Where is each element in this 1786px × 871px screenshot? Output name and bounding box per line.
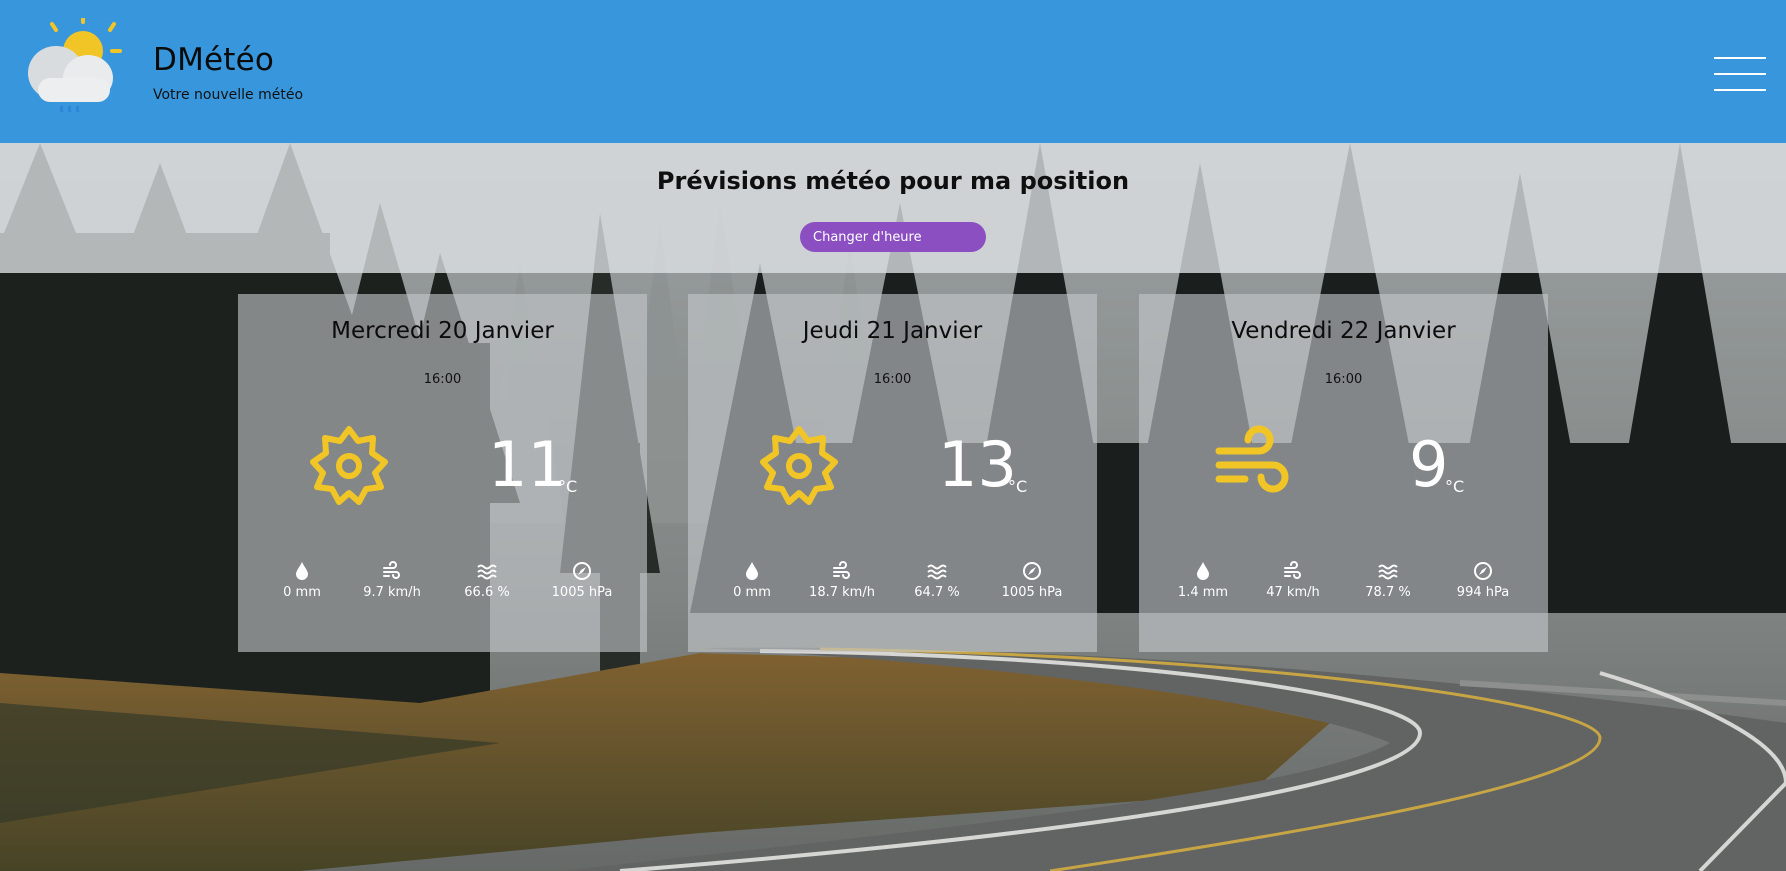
humidity-stat: 64.7 % [894, 561, 980, 600]
rain-stat: 0 mm [259, 561, 345, 600]
humidity-value: 64.7 % [914, 585, 960, 600]
site-header: DMétéo Votre nouvelle météo [0, 0, 1786, 143]
forecast-hour: 16:00 [873, 372, 912, 387]
wind-stat: 9.7 km/h [349, 561, 435, 600]
brand-subtitle: Votre nouvelle météo [153, 87, 304, 103]
forecast-day: Mercredi 20 Janvier [331, 318, 554, 344]
wind-small-icon [833, 561, 850, 579]
forecast-card: Jeudi 21 Janvier 16:00 13 °C 0 mm 18.7 k… [688, 294, 1097, 652]
raindrop-icon [1197, 562, 1209, 580]
forecast-hour: 16:00 [1324, 372, 1363, 387]
forecast-temperature: 13 [938, 428, 1017, 501]
wind-value: 9.7 km/h [363, 585, 421, 600]
pressure-stat: 1005 hPa [539, 561, 625, 600]
sun-icon [760, 426, 838, 505]
temperature-unit: °C [558, 477, 578, 496]
sun-cloud-rain-icon[interactable] [26, 18, 122, 118]
brand-title[interactable]: DMétéo [153, 42, 274, 78]
wind-stat: 18.7 km/h [799, 561, 885, 600]
humidity-value: 78.7 % [1365, 585, 1411, 600]
title-band [0, 143, 1786, 273]
wind-small-icon [1284, 561, 1301, 579]
forecast-temperature: 9 [1409, 428, 1449, 501]
compass-icon [573, 562, 591, 580]
rain-stat: 1.4 mm [1160, 561, 1246, 600]
humidity-waves-icon [1378, 564, 1398, 580]
forecast-card: Vendredi 22 Janvier 16:00 9 °C 1.4 mm 47… [1139, 294, 1548, 652]
raindrop-icon [296, 562, 308, 580]
humidity-value: 66.6 % [464, 585, 510, 600]
change-hour-button[interactable]: Changer d'heure [800, 222, 986, 252]
rain-value: 1.4 mm [1177, 585, 1229, 600]
pressure-value: 994 hPa [1456, 585, 1510, 600]
page-title: Prévisions météo pour ma position [656, 167, 1130, 195]
humidity-waves-icon [477, 564, 497, 580]
rain-value: 0 mm [733, 585, 771, 600]
compass-icon [1023, 562, 1041, 580]
hamburger-icon[interactable] [1714, 57, 1766, 91]
wind-value: 47 km/h [1266, 585, 1320, 600]
wind-value: 18.7 km/h [809, 585, 875, 600]
raindrop-icon [746, 562, 758, 580]
pressure-stat: 1005 hPa [989, 561, 1075, 600]
humidity-stat: 78.7 % [1345, 561, 1431, 600]
forecast-hour: 16:00 [423, 372, 462, 387]
wind-small-icon [383, 561, 400, 579]
sun-icon [310, 426, 388, 505]
forecast-day: Jeudi 21 Janvier [802, 318, 983, 344]
pressure-value: 1005 hPa [551, 585, 613, 600]
rain-value: 0 mm [283, 585, 321, 600]
pressure-stat: 994 hPa [1440, 561, 1526, 600]
temperature-unit: °C [1008, 477, 1028, 496]
humidity-waves-icon [927, 564, 947, 580]
forecast-temperature: 11 [488, 428, 567, 501]
pressure-value: 1005 hPa [1001, 585, 1063, 600]
forecast-day: Vendredi 22 Janvier [1231, 318, 1456, 344]
wind-icon [1215, 425, 1289, 493]
forecast-card: Mercredi 20 Janvier 16:00 11 °C 0 mm 9.7… [238, 294, 647, 652]
humidity-stat: 66.6 % [444, 561, 530, 600]
rain-stat: 0 mm [709, 561, 795, 600]
temperature-unit: °C [1445, 477, 1465, 496]
compass-icon [1474, 562, 1492, 580]
wind-stat: 47 km/h [1250, 561, 1336, 600]
